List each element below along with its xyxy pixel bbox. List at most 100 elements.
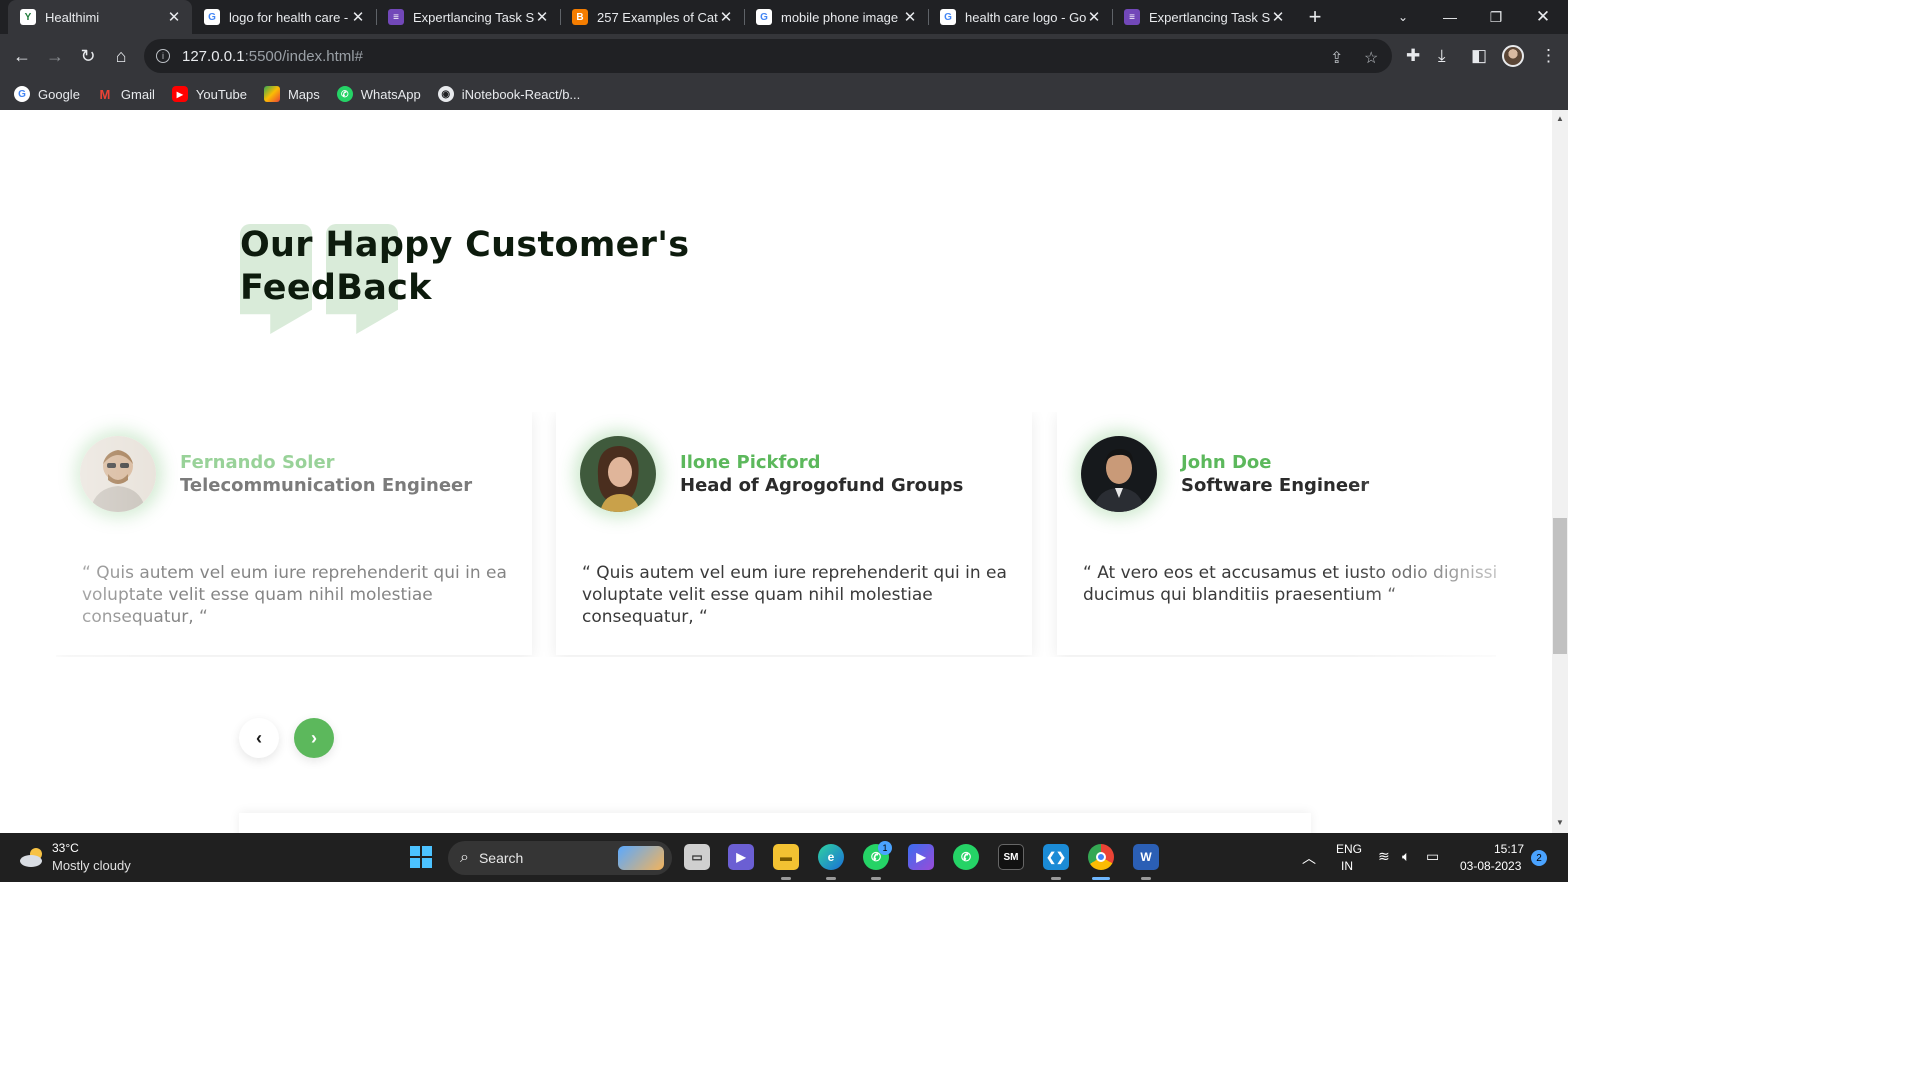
forward-button[interactable]: → (41, 42, 69, 70)
close-tab-icon[interactable]: ✕ (718, 8, 734, 26)
back-button[interactable]: ← (8, 42, 36, 70)
windows-taskbar: 33°C Mostly cloudy ⌕ Search ▭ ▶ ▬ e ✆ 1 … (0, 833, 1568, 882)
weather-cloud-icon (20, 848, 42, 867)
tab-search-chevron-icon[interactable]: ⌄ (1380, 0, 1426, 34)
scrollbar-thumb[interactable] (1553, 518, 1567, 654)
bookmark-inotebook[interactable]: ◉ iNotebook-React/b... (437, 86, 580, 102)
bookmark-maps[interactable]: Maps (263, 86, 320, 102)
healthimi-favicon-icon: Y (20, 9, 36, 25)
profile-avatar[interactable] (1502, 45, 1524, 67)
bookmarks-bar: G Google M Gmail ▶ YouTube Maps ✆ WhatsA… (0, 78, 1568, 110)
bookmark-gmail[interactable]: M Gmail (97, 86, 155, 102)
close-tab-icon[interactable]: ✕ (902, 8, 918, 26)
edge-browser-icon[interactable]: e (818, 844, 844, 870)
language-bottom[interactable]: IN (1341, 859, 1353, 873)
task-view-icon[interactable]: ▭ (684, 844, 710, 870)
bookmark-label: Gmail (120, 86, 155, 102)
menu-kebab-icon[interactable]: ⋮ (1540, 46, 1557, 66)
tab-logo-for-health-care[interactable]: G logo for health care - ✕ (192, 0, 376, 34)
close-tab-icon[interactable]: ✕ (1086, 8, 1102, 26)
app-running-indicator (826, 877, 836, 880)
taskbar-search-box[interactable]: ⌕ Search (448, 841, 672, 875)
browser-tab-strip: Y Healthimi ✕ G logo for health care - ✕… (0, 0, 1568, 34)
home-button[interactable]: ⌂ (107, 42, 135, 70)
word-icon[interactable]: W (1133, 844, 1159, 870)
volume-icon[interactable]: 🔈︎ (1402, 848, 1410, 865)
section-heading: Our Happy Customer's FeedBack (240, 224, 689, 310)
github-icon: ◉ (437, 86, 454, 102)
tab-title: Expertlancing Task Su (1149, 9, 1270, 25)
bookmark-youtube[interactable]: ▶ YouTube (171, 86, 247, 102)
teams-chat-icon[interactable]: ▶ (728, 844, 754, 870)
app-running-indicator (1051, 877, 1061, 880)
bookmark-whatsapp[interactable]: ✆ WhatsApp (336, 86, 421, 102)
start-button[interactable] (408, 844, 434, 870)
share-icon[interactable]: ⇪ (1330, 48, 1343, 68)
chrome-icon[interactable] (1088, 844, 1114, 870)
side-panel-icon[interactable]: ◧ (1471, 46, 1487, 66)
extensions-icon[interactable]: ✚ (1406, 46, 1420, 66)
tab-257-examples[interactable]: B 257 Examples of Catc ✕ (560, 0, 744, 34)
carousel-prev-button[interactable]: ‹ (239, 718, 279, 758)
whatsapp-unread-badge: 1 (878, 841, 892, 855)
app-active-indicator (1092, 877, 1110, 880)
tab-mobile-phone-image[interactable]: G mobile phone image ✕ (744, 0, 928, 34)
bookmark-star-icon[interactable]: ☆ (1364, 48, 1378, 68)
reload-button[interactable]: ↻ (74, 42, 102, 70)
url-host: 127.0.0.1 (182, 47, 245, 65)
forms-favicon-icon: ≡ (1124, 9, 1140, 25)
vscode-icon[interactable]: ❮❯ (1043, 844, 1069, 870)
customer-quote: “ Quis autem vel eum iure reprehenderit … (582, 563, 1007, 627)
testimonial-card: Fernando Soler Telecommunication Enginee… (56, 412, 532, 655)
new-tab-button[interactable]: + (1292, 0, 1338, 34)
show-hidden-icons-chevron-icon[interactable]: ︿ (1302, 848, 1316, 868)
minimize-button[interactable]: — (1427, 0, 1473, 34)
close-tab-icon[interactable]: ✕ (350, 8, 366, 26)
google-favicon-icon: G (940, 9, 956, 25)
close-tab-icon[interactable]: ✕ (1270, 8, 1286, 26)
wifi-icon[interactable]: ≋ (1378, 848, 1390, 865)
bookmark-google[interactable]: G Google (14, 86, 80, 102)
bookmark-label: Maps (287, 86, 320, 102)
address-bar[interactable]: i 127.0.0.1:5500/index.html# ⇪ ☆ (144, 39, 1392, 73)
smr-app-icon[interactable]: SM (998, 844, 1024, 870)
customer-name: Fernando Soler (180, 452, 335, 473)
next-section-card (239, 813, 1311, 833)
close-tab-icon[interactable]: ✕ (166, 8, 182, 26)
scroll-up-arrow-icon[interactable]: ▲ (1552, 114, 1568, 123)
gmail-icon: M (99, 86, 111, 102)
tab-expertlancing-task-2[interactable]: ≡ Expertlancing Task Su ✕ (1112, 0, 1296, 34)
scroll-down-arrow-icon[interactable]: ▼ (1552, 818, 1568, 827)
avatar-portrait-icon (80, 436, 156, 512)
file-explorer-icon[interactable]: ▬ (773, 844, 799, 870)
close-window-button[interactable]: ✕ (1520, 0, 1566, 34)
forms-favicon-icon: ≡ (388, 9, 404, 25)
weather-temperature[interactable]: 33°C (52, 841, 79, 855)
video-player-icon[interactable]: ▶ (908, 844, 934, 870)
clock-time[interactable]: 15:17 (1494, 842, 1524, 856)
restore-button[interactable]: ❐ (1473, 0, 1519, 34)
tab-title: mobile phone image (781, 9, 899, 25)
app-running-indicator (1141, 877, 1151, 880)
weather-description[interactable]: Mostly cloudy (52, 858, 131, 873)
language-top[interactable]: ENG (1336, 842, 1362, 856)
tab-title: 257 Examples of Catc (597, 9, 718, 25)
customer-name: Ilone Pickford (680, 452, 821, 473)
tab-expertlancing-task-1[interactable]: ≡ Expertlancing Task Su ✕ (376, 0, 560, 34)
customer-photo-ilone (580, 436, 656, 512)
carousel-next-button[interactable]: › (294, 718, 334, 758)
search-highlight-icon (618, 846, 664, 870)
battery-icon[interactable]: ▭ (1426, 848, 1439, 865)
customer-name: John Doe (1181, 452, 1272, 473)
tab-healthimi[interactable]: Y Healthimi ✕ (8, 0, 192, 34)
tab-health-care-logo[interactable]: G health care logo - Go ✕ (928, 0, 1112, 34)
tab-title: Healthimi (45, 9, 100, 25)
notification-count-badge[interactable]: 2 (1531, 850, 1547, 866)
clock-date[interactable]: 03-08-2023 (1460, 859, 1521, 873)
whatsapp-web-icon[interactable]: ✆ (953, 844, 979, 870)
search-label: Search (478, 850, 524, 866)
site-info-icon[interactable]: i (156, 49, 170, 63)
close-tab-icon[interactable]: ✕ (534, 8, 550, 26)
page-scrollbar[interactable]: ▲ ▼ (1552, 110, 1568, 833)
downloads-icon[interactable]: ⤓ (1438, 46, 1446, 66)
